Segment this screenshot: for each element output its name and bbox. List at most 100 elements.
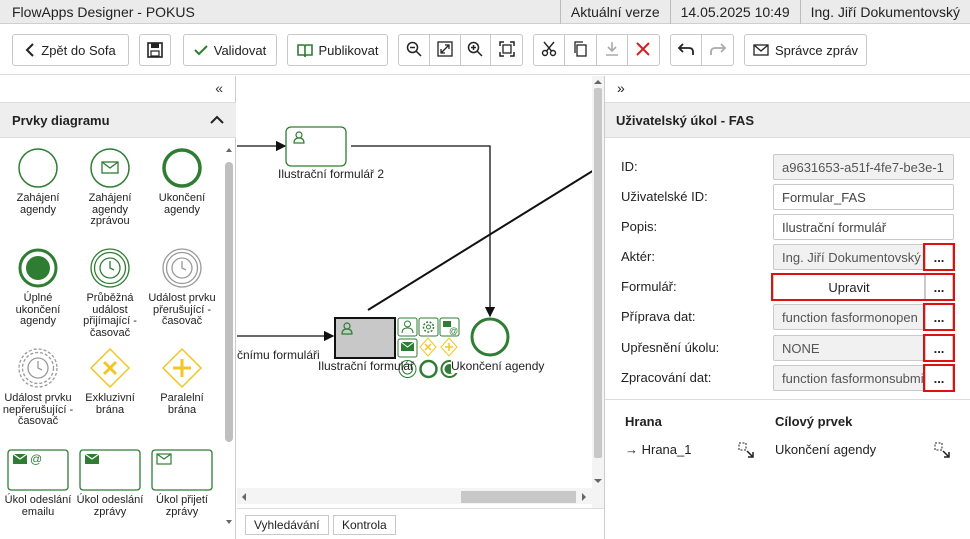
property-label: Formulář:: [621, 279, 677, 294]
cut-button[interactable]: [534, 35, 566, 65]
data-preparation-field: function fasformonopen: [773, 304, 925, 330]
history-group: [670, 34, 734, 66]
send-email-task-icon: @: [2, 449, 74, 491]
highlight-actor: [923, 243, 955, 271]
property-label: Upřesnění úkolu:: [621, 340, 720, 355]
palette-scrollbar-thumb[interactable]: [225, 162, 233, 442]
tab-search[interactable]: Vyhledávání: [245, 515, 329, 535]
property-row-actor: Aktér: Ing. Jiří Dokumentovský ...: [605, 244, 970, 270]
drag-edge-arrow: [367, 170, 592, 311]
undo-icon: [677, 42, 694, 59]
message-manager-label: Správce zpráv: [774, 42, 859, 58]
go-to-edge-icon[interactable]: [738, 442, 754, 461]
palette-item-timer-boundary[interactable]: Událost prvku přerušující - časovač: [146, 247, 218, 328]
palette-item-parallel-gateway[interactable]: Paralelní brána: [146, 347, 218, 416]
palette-item-exclusive-gateway[interactable]: Exkluzivní brána: [74, 347, 146, 416]
edit-group: [533, 34, 660, 66]
svg-text:@: @: [449, 326, 458, 336]
scissors-icon: [541, 41, 557, 60]
title-bar: FlowApps Designer - POKUS Aktuální verze…: [0, 0, 970, 24]
chevron-left-icon: [25, 43, 35, 57]
zoom-out-button[interactable]: [399, 35, 430, 65]
service-task-pad-icon: [418, 317, 439, 337]
palette-item-terminate-end[interactable]: Úplné ukončení agendy: [2, 247, 74, 328]
edges-col-edge: Hrana: [625, 414, 662, 429]
publish-button-label: Publikovat: [318, 42, 379, 58]
edges-col-target: Cílový prvek: [775, 414, 853, 429]
validate-button[interactable]: Validovat: [183, 34, 277, 66]
canvas-vscroll-thumb[interactable]: [594, 88, 602, 458]
bottom-tabs: Vyhledávání Kontrola: [237, 508, 604, 539]
send-message-task-icon: [74, 449, 146, 491]
app-title: FlowApps Designer - POKUS: [12, 3, 195, 20]
exclusive-gateway-icon: [74, 347, 146, 389]
download-icon: [604, 41, 620, 60]
parallel-gateway-icon: [146, 347, 218, 389]
property-label: Příprava dat:: [621, 309, 696, 324]
back-button[interactable]: Zpět do Sofa: [12, 34, 129, 66]
diagram-canvas[interactable]: @ Ilustrační formulář 2 čnímu formuláři …: [237, 76, 592, 508]
properties-panel: » Uživatelský úkol - FAS ID: a9631653-a5…: [604, 76, 970, 539]
palette-header[interactable]: Prvky diagramu: [0, 102, 236, 138]
tab-check[interactable]: Kontrola: [333, 515, 396, 535]
edge-target[interactable]: Ukončení agendy: [775, 442, 876, 457]
incoming-edge-label: čnímu formuláři: [237, 348, 320, 362]
end-event-ukonceni-agendy: [470, 317, 510, 357]
palette-item-start-event[interactable]: Zahájení agendy: [2, 147, 74, 216]
version-label: Aktuální verze: [559, 0, 670, 24]
fit-screen-button[interactable]: [491, 35, 522, 65]
save-icon: [147, 42, 163, 58]
copy-button[interactable]: [565, 35, 597, 65]
delete-button[interactable]: [628, 35, 659, 65]
redo-icon: [709, 42, 726, 59]
zoom-out-icon: [406, 41, 422, 60]
highlight-data-processing: [923, 364, 955, 392]
undo-button[interactable]: [671, 35, 703, 65]
close-icon: [636, 41, 651, 59]
user-id-field[interactable]: Formular_FAS: [773, 184, 954, 210]
canvas-horizontal-scrollbar[interactable]: [237, 488, 592, 504]
property-row-id: ID: a9631653-a51f-4fe7-be3e-1: [605, 154, 970, 180]
palette-item-timer-noninterrupting[interactable]: Událost prvku nepřerušující - časovač: [2, 347, 74, 428]
property-row-data-preparation: Příprava dat: function fasformonopen ...: [605, 304, 970, 330]
zoom-in-button[interactable]: [461, 35, 492, 65]
message-manager-button[interactable]: Správce zpráv: [744, 34, 867, 66]
validate-button-label: Validovat: [213, 42, 267, 58]
palette-item-end-event[interactable]: Ukončení agendy: [146, 147, 218, 216]
property-label: ID:: [621, 159, 638, 174]
canvas-vertical-scrollbar[interactable]: [592, 76, 604, 508]
palette-item-message-start[interactable]: Zahájení agendy zprávou: [74, 147, 146, 228]
property-label: Popis:: [621, 219, 658, 234]
palette-scrollbar[interactable]: [225, 146, 233, 536]
task-ilustracni-formular-selected: [334, 317, 396, 359]
edges-table: Hrana Cílový prvek → Hrana_1 Ukončení ag…: [605, 399, 970, 458]
property-label: Aktér:: [621, 249, 655, 264]
publish-button[interactable]: Publikovat: [287, 34, 388, 66]
palette-item-send-message-task[interactable]: Úkol odeslání zprávy: [74, 449, 146, 518]
end-event-icon: [146, 147, 218, 189]
palette-item-timer-intermediate[interactable]: Průběžná událost přijímající - časovač: [74, 247, 146, 339]
save-button[interactable]: [139, 34, 171, 66]
task-refinement-field: NONE: [773, 335, 925, 361]
fit-screen-icon: [498, 40, 515, 60]
message-start-event-icon: [74, 147, 146, 189]
id-field: a9631653-a51f-4fe7-be3e-1: [773, 154, 954, 180]
edge-name[interactable]: → Hrana_1: [625, 442, 691, 457]
redo-button[interactable]: [702, 35, 733, 65]
collapse-right-button[interactable]: »: [617, 80, 625, 96]
chevron-up-icon[interactable]: [210, 113, 224, 128]
palette-item-send-email-task[interactable]: @ Úkol odeslání emailu: [2, 449, 74, 518]
datetime-label: 14.05.2025 10:49: [669, 0, 800, 24]
description-field[interactable]: Ilustrační formulář: [773, 214, 954, 240]
canvas-hscroll-thumb[interactable]: [461, 491, 576, 503]
zoom-fit-button[interactable]: [430, 35, 461, 65]
timer-boundary-event-icon: [146, 247, 218, 289]
palette-item-receive-message-task[interactable]: Úkol přijetí zprávy: [146, 449, 218, 518]
highlight-data-preparation: [923, 303, 955, 331]
back-button-label: Zpět do Sofa: [41, 42, 116, 58]
collapse-left-button[interactable]: «: [215, 80, 223, 96]
actor-field: Ing. Jiří Dokumentovský: [773, 244, 925, 270]
paste-button[interactable]: [597, 35, 628, 65]
go-to-target-icon[interactable]: [934, 442, 950, 461]
property-row-task-refinement: Upřesnění úkolu: NONE ...: [605, 335, 970, 361]
